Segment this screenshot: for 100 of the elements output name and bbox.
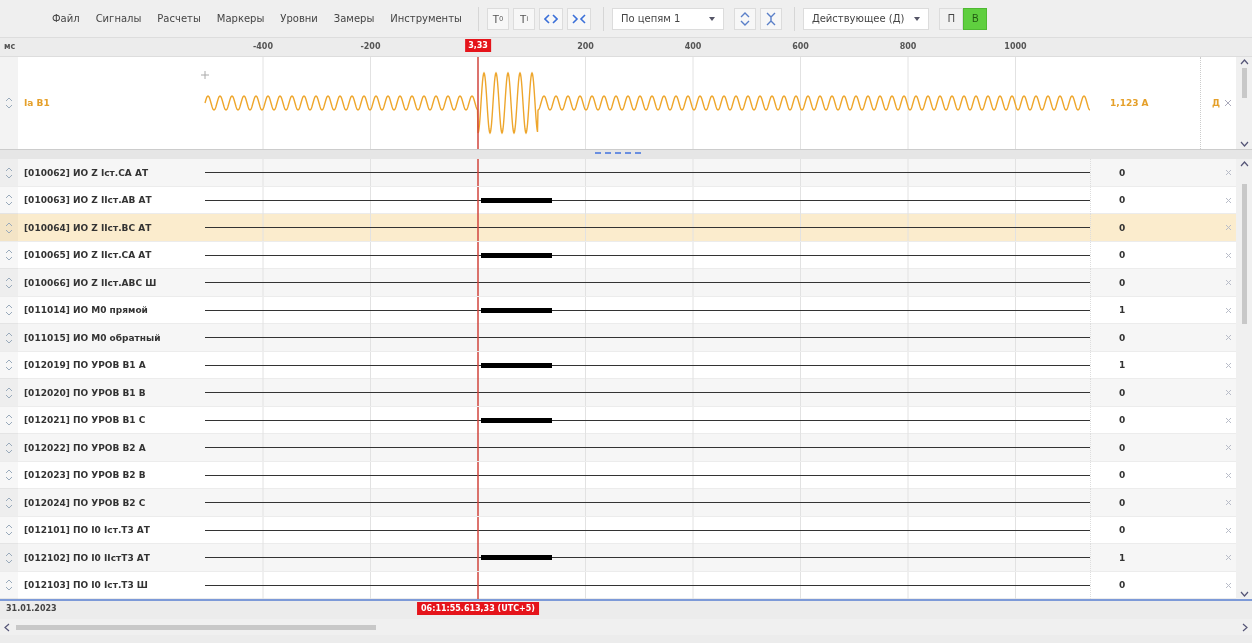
- scroll-left-icon[interactable]: [4, 622, 10, 632]
- channel-value: 0: [1119, 415, 1126, 425]
- menu-item[interactable]: Расчеты: [149, 13, 209, 24]
- date-label: 31.01.2023: [6, 604, 57, 613]
- channel-value: 0: [1119, 580, 1126, 590]
- grouping-dropdown[interactable]: По цепям 1: [611, 7, 724, 30]
- drag-handle-icon[interactable]: [5, 304, 13, 316]
- channel-row[interactable]: [012101] ПО I0 Iст.Т3 АТ 0: [0, 516, 1236, 544]
- channel-value: 0: [1119, 525, 1126, 535]
- close-icon[interactable]: [1224, 251, 1232, 259]
- drag-handle-icon[interactable]: [5, 221, 13, 234]
- channel-row[interactable]: [012021] ПО УРОВ В1 С 0: [0, 406, 1236, 434]
- channel-value: 0: [1119, 277, 1126, 288]
- drag-handle-icon[interactable]: [5, 469, 13, 481]
- close-icon[interactable]: [1224, 444, 1232, 451]
- channel-name: [010064] ИО Z IIст.ВС АТ: [24, 222, 152, 233]
- channel-row[interactable]: [012102] ПО I0 IIстТ3 АТ 1: [0, 544, 1236, 572]
- channel-row[interactable]: [010066] ИО Z IIст.АВС Ш 0: [0, 269, 1236, 297]
- tick-label: 600: [792, 42, 809, 51]
- drag-handle-icon[interactable]: [5, 331, 13, 344]
- close-icon[interactable]: [1224, 99, 1232, 107]
- scroll-down-icon[interactable]: [1239, 141, 1249, 147]
- angle-brackets-icon: [571, 13, 586, 24]
- channel-row[interactable]: [012023] ПО УРОВ В2 В 0: [0, 461, 1236, 489]
- drag-handle-icon[interactable]: [5, 386, 13, 399]
- close-icon[interactable]: [1224, 279, 1232, 286]
- collapse-rows-button[interactable]: [759, 7, 782, 30]
- scroll-right-icon[interactable]: [1242, 622, 1248, 632]
- channel-row[interactable]: [011014] ИО М0 прямой 1: [0, 296, 1236, 324]
- channel-name: [012102] ПО I0 IIстТ3 АТ: [24, 552, 150, 563]
- channel-value: 0: [1119, 222, 1126, 233]
- scroll-up-icon[interactable]: [1239, 161, 1249, 167]
- channel-name: [012022] ПО УРОВ В2 А: [24, 442, 146, 453]
- menu-item[interactable]: Маркеры: [208, 13, 273, 24]
- channel-name: [012019] ПО УРОВ В1 А: [24, 360, 146, 370]
- expand-rows-button[interactable]: [733, 7, 756, 30]
- scroll-thumb[interactable]: [16, 624, 376, 630]
- channel-row[interactable]: [012019] ПО УРОВ В1 А 1: [0, 351, 1236, 379]
- close-icon[interactable]: [1224, 416, 1232, 424]
- channel-row[interactable]: [012103] ПО I0 Iст.Т3 Ш 0: [0, 571, 1236, 599]
- drag-handle-icon[interactable]: [5, 496, 13, 509]
- channel-value: 1,123 А: [1110, 98, 1149, 108]
- channel-row[interactable]: [010062] ИО Z Iст.СА АТ 0: [0, 159, 1236, 187]
- cursor-time: 06:11:55.613,33 (UTC+5): [417, 602, 539, 615]
- menu-item[interactable]: Замеры: [325, 13, 383, 24]
- channel-row[interactable]: [012020] ПО УРОВ В1 В 0: [0, 379, 1236, 407]
- channel-name: [012103] ПО I0 Iст.Т3 Ш: [24, 580, 148, 590]
- compress-button[interactable]: [566, 7, 591, 30]
- unit-label: мс: [4, 42, 16, 51]
- drag-handle-icon[interactable]: [5, 579, 13, 591]
- drag-handle-icon[interactable]: [5, 359, 13, 371]
- drag-handle-icon[interactable]: [5, 551, 13, 564]
- close-icon[interactable]: [1224, 361, 1232, 369]
- menu-item[interactable]: Уровни: [272, 13, 326, 24]
- tick-label: 1000: [1004, 42, 1027, 51]
- drag-handle-icon[interactable]: [5, 276, 13, 289]
- close-icon[interactable]: [1224, 389, 1232, 396]
- channel-row[interactable]: [010064] ИО Z IIст.ВС АТ 0: [0, 214, 1236, 242]
- channel-value: 0: [1119, 497, 1126, 508]
- cursor-line[interactable]: [477, 57, 479, 149]
- menu-item[interactable]: Инструменты: [382, 13, 470, 24]
- channel-row[interactable]: [012024] ПО УРОВ В2 С 0: [0, 489, 1236, 517]
- toggle-button[interactable]: В: [963, 7, 988, 30]
- channel-row[interactable]: [011015] ИО М0 обратный 0: [0, 324, 1236, 352]
- scroll-thumb[interactable]: [1241, 184, 1247, 324]
- menu-item[interactable]: Сигналы: [87, 13, 150, 24]
- channel-row[interactable]: [012022] ПО УРОВ В2 А 0: [0, 434, 1236, 462]
- toggle-button[interactable]: П: [939, 7, 964, 30]
- close-icon[interactable]: [1224, 196, 1232, 204]
- channel-name: [011015] ИО М0 обратный: [24, 332, 161, 343]
- close-icon[interactable]: [1224, 554, 1232, 561]
- drag-handle-icon[interactable]: [5, 414, 13, 426]
- cursor-label[interactable]: 3,33: [465, 39, 491, 52]
- close-icon[interactable]: [1224, 169, 1232, 176]
- close-icon[interactable]: [1224, 224, 1232, 231]
- close-icon[interactable]: [1224, 471, 1232, 479]
- drag-handle-icon[interactable]: [5, 249, 13, 261]
- menu-item[interactable]: Файл: [44, 13, 88, 24]
- scroll-up-icon[interactable]: [1239, 59, 1249, 65]
- channel-name: [010062] ИО Z Iст.СА АТ: [24, 167, 149, 178]
- close-icon[interactable]: [1224, 526, 1232, 534]
- channel-row[interactable]: [010063] ИО Z IIст.АВ АТ 0: [0, 186, 1236, 214]
- channel-value: 0: [1119, 195, 1126, 205]
- drag-handle-icon[interactable]: [5, 194, 13, 206]
- expand-button[interactable]: [538, 7, 563, 30]
- mode-dropdown[interactable]: Действующее (Д): [802, 7, 930, 30]
- mode-label: Д: [1212, 98, 1220, 108]
- channel-name: [012020] ПО УРОВ В1 В: [24, 387, 146, 398]
- drag-handle-icon[interactable]: [5, 166, 13, 179]
- close-icon[interactable]: [1224, 581, 1232, 589]
- drag-handle-icon[interactable]: [5, 97, 13, 109]
- drag-handle-icon[interactable]: [5, 524, 13, 536]
- drag-handle-icon[interactable]: [5, 441, 13, 454]
- splitter-handle[interactable]: [595, 152, 641, 154]
- scroll-thumb[interactable]: [1241, 68, 1247, 98]
- close-icon[interactable]: [1224, 334, 1232, 341]
- close-icon[interactable]: [1224, 499, 1232, 506]
- scroll-down-icon[interactable]: [1239, 591, 1249, 597]
- close-icon[interactable]: [1224, 306, 1232, 314]
- channel-row[interactable]: [010065] ИО Z IIст.СА АТ 0: [0, 241, 1236, 269]
